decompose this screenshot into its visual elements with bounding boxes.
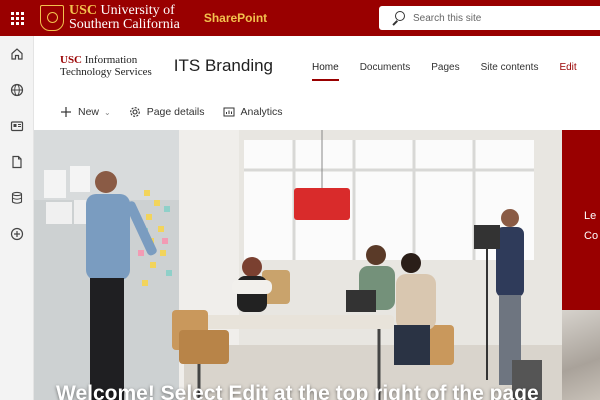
search-input[interactable] (413, 12, 593, 24)
hero-caption: Welcome! Select Edit at the top right of… (56, 382, 539, 400)
nav-pages[interactable]: Pages (431, 62, 459, 81)
its-logo[interactable]: USC Information Technology Services (60, 54, 152, 78)
analytics-icon (223, 107, 235, 117)
file-icon[interactable] (0, 144, 34, 180)
left-app-rail (0, 36, 34, 400)
side-photo[interactable] (562, 310, 600, 400)
analytics-button[interactable]: Analytics (223, 106, 283, 118)
suite-bar: USC University of Southern California Sh… (0, 0, 600, 36)
new-button[interactable]: New ⌄ (60, 106, 111, 118)
hero-image[interactable]: Welcome! Select Edit at the top right of… (34, 130, 562, 400)
command-bar: New ⌄ Page details Analytics (34, 96, 600, 128)
news-icon[interactable] (0, 108, 34, 144)
analytics-label: Analytics (240, 106, 283, 118)
usc-seal-icon (40, 5, 64, 31)
sharepoint-label[interactable]: SharePoint (204, 11, 267, 25)
office-scene-image (34, 130, 562, 400)
database-icon[interactable] (0, 180, 34, 216)
gear-icon (129, 107, 140, 117)
plus-icon (61, 107, 71, 117)
globe-icon[interactable] (0, 72, 34, 108)
chevron-down-icon: ⌄ (104, 107, 111, 117)
new-label: New (78, 106, 100, 118)
side-panel-text: Le Co (584, 210, 599, 242)
page-details-button[interactable]: Page details (129, 106, 205, 118)
search-box[interactable] (379, 6, 600, 30)
page-details-label: Page details (146, 106, 205, 118)
nav-home[interactable]: Home (312, 62, 339, 81)
usc-logo[interactable]: USC University of Southern California (69, 4, 180, 32)
nav-documents[interactable]: Documents (360, 62, 411, 81)
home-icon[interactable] (0, 36, 34, 72)
nav-site-contents[interactable]: Site contents (481, 62, 539, 81)
app-launcher-icon[interactable] (0, 0, 34, 36)
side-panel[interactable]: Le Co (562, 130, 600, 310)
search-icon (391, 11, 405, 25)
add-circle-icon[interactable] (0, 216, 34, 252)
site-title[interactable]: ITS Branding (174, 56, 273, 76)
site-nav: Home Documents Pages Site contents Edit (312, 62, 598, 81)
site-header: USC Information Technology Services ITS … (34, 36, 600, 96)
nav-edit[interactable]: Edit (559, 62, 576, 81)
